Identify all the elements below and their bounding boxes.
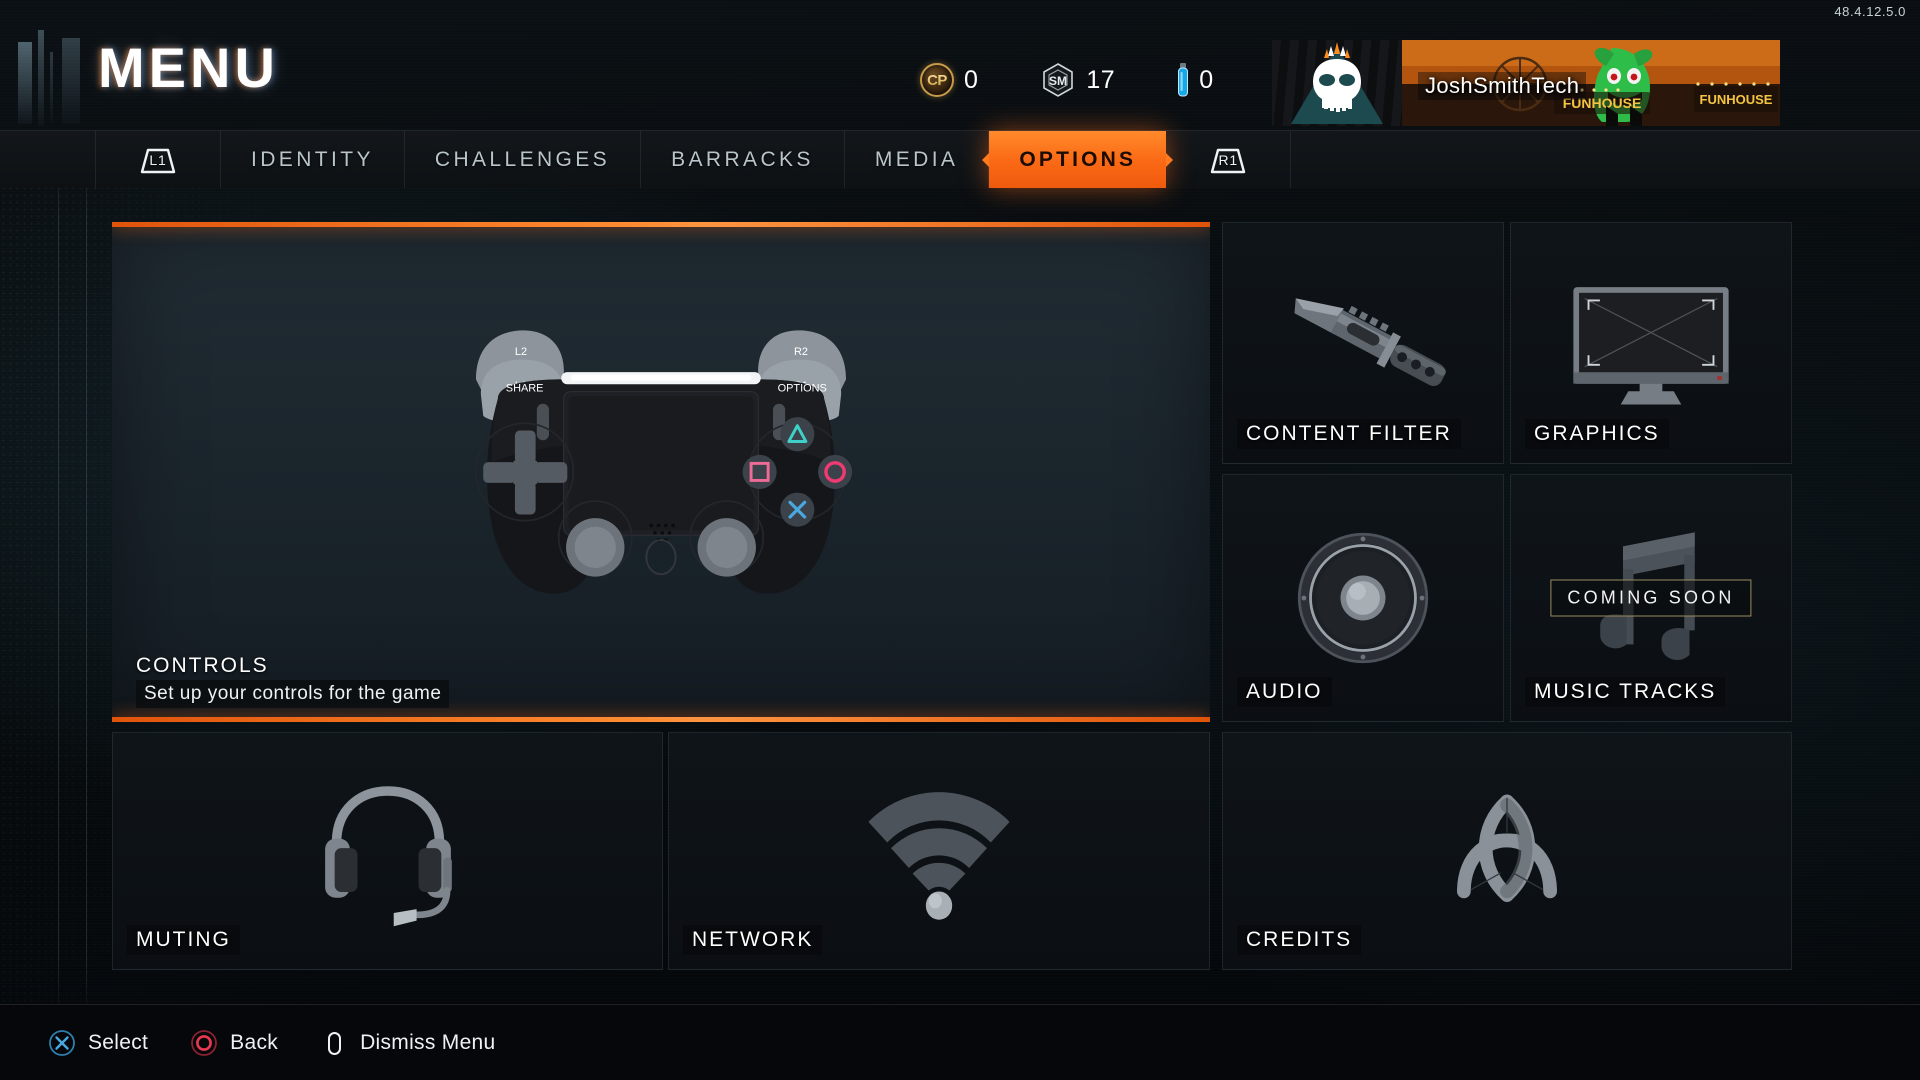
tab-challenges[interactable]: CHALLENGES (405, 131, 642, 188)
tab-barracks-label: BARRACKS (671, 147, 814, 171)
cp-coin-label: CP (927, 71, 947, 89)
playstation-circle-icon (190, 1029, 218, 1057)
svg-text:SM: SM (1049, 74, 1067, 88)
nav-right-spacer (1291, 131, 1920, 188)
option-card-content-filter-title: CONTENT FILTER (1237, 419, 1461, 449)
player-banner[interactable]: FUNHOUSE FUNHOUSE JoshSmithTech (1272, 40, 1780, 126)
left-guide-line-outer (58, 158, 59, 1018)
salvage-value: 17 (1086, 65, 1116, 94)
option-card-controls-description: Set up your controls for the game (136, 680, 450, 708)
r1-bumper-label: R1 (1218, 151, 1239, 168)
option-card-audio-title: AUDIO (1237, 677, 1332, 707)
salvage-cube-icon: SM (1040, 62, 1076, 98)
currency-salvage[interactable]: SM 17 (1040, 62, 1115, 98)
currency-cp[interactable]: CP 0 (920, 63, 978, 97)
tab-identity[interactable]: IDENTITY (221, 131, 405, 188)
options-menu-screen: 48.4.12.5.0 MENU CP 0 SM 17 0 FUNHOUSE F… (0, 0, 1920, 1080)
options-grid: L2 L1 R2 R1 (112, 222, 1792, 970)
l1-bumper-label: L1 (149, 151, 167, 168)
currency-cryptokeys[interactable]: 0 (1177, 63, 1213, 97)
header: MENU CP 0 SM 17 0 FUNHOUSE FUNHOUSE Josh… (0, 12, 1920, 130)
svg-text:SHARE: SHARE (506, 383, 544, 395)
option-card-audio[interactable]: AUDIO (1222, 474, 1504, 722)
tab-media[interactable]: MEDIA (845, 131, 990, 188)
option-card-muting[interactable]: MUTING (112, 732, 663, 970)
tab-options-label: OPTIONS (1019, 147, 1137, 171)
tab-challenges-label: CHALLENGES (434, 147, 611, 171)
coming-soon-badge: COMING SOON (1550, 579, 1752, 617)
l1-bumper-icon: L1 (130, 145, 186, 175)
svg-text:L2: L2 (515, 346, 527, 358)
option-card-controls-title: CONTROLS (136, 654, 269, 677)
cp-value: 0 (964, 65, 979, 94)
playstation-cross-icon (48, 1029, 76, 1057)
cryptokey-value: 0 (1199, 65, 1214, 94)
action-back[interactable]: Back (190, 1029, 278, 1057)
tab-identity-label: IDENTITY (251, 147, 374, 171)
option-card-music-tracks[interactable]: COMING SOON MUSIC TRACKS (1510, 474, 1792, 722)
action-back-label: Back (230, 1030, 279, 1054)
currency-bar: CP 0 SM 17 0 (920, 62, 1214, 98)
action-select[interactable]: Select (48, 1029, 148, 1057)
nav-left-spacer (0, 131, 96, 188)
tab-media-label: MEDIA (874, 147, 959, 171)
svg-text:OPTIONS: OPTIONS (778, 383, 827, 395)
action-dismiss-menu[interactable]: Dismiss Menu (320, 1029, 495, 1057)
tab-options[interactable]: OPTIONS (989, 131, 1167, 188)
nav-right-bumper[interactable]: R1 (1166, 131, 1292, 188)
option-card-controls[interactable]: L2 L1 R2 R1 (112, 222, 1210, 722)
cp-coin-icon: CP (920, 63, 954, 97)
svg-text:FUNHOUSE: FUNHOUSE (1700, 92, 1773, 107)
player-gamertag: JoshSmithTech (1418, 72, 1587, 100)
option-card-muting-title: MUTING (127, 925, 240, 955)
action-bar: Select Back Dismiss Menu (0, 1004, 1920, 1080)
option-card-network-title: NETWORK (683, 925, 823, 955)
option-card-music-tracks-title: MUSIC TRACKS (1525, 677, 1726, 707)
playstation-options-icon (320, 1029, 348, 1057)
skull-crown-emblem (1272, 40, 1402, 126)
cryptokey-icon (1177, 63, 1189, 97)
option-card-credits[interactable]: CREDITS (1222, 732, 1792, 970)
ps4-controller-icon: L2 L1 R2 R1 (112, 222, 1210, 722)
option-card-graphics-title: GRAPHICS (1525, 419, 1669, 449)
tab-barracks[interactable]: BARRACKS (641, 131, 845, 188)
page-title: MENU (98, 36, 279, 99)
header-decoration (10, 30, 90, 126)
option-card-credits-title: CREDITS (1237, 925, 1362, 955)
main-nav: L1 IDENTITY CHALLENGES BARRACKS MEDIA OP… (0, 130, 1920, 188)
action-select-label: Select (88, 1030, 149, 1054)
nav-left-bumper[interactable]: L1 (96, 131, 221, 188)
svg-text:R2: R2 (794, 346, 808, 358)
action-dismiss-label: Dismiss Menu (360, 1030, 496, 1054)
option-card-graphics[interactable]: GRAPHICS (1510, 222, 1792, 464)
option-card-content-filter[interactable]: CONTENT FILTER (1222, 222, 1504, 464)
left-guide-line-inner (86, 158, 87, 1018)
option-card-network[interactable]: NETWORK (668, 732, 1210, 970)
r1-bumper-icon: R1 (1200, 145, 1256, 175)
